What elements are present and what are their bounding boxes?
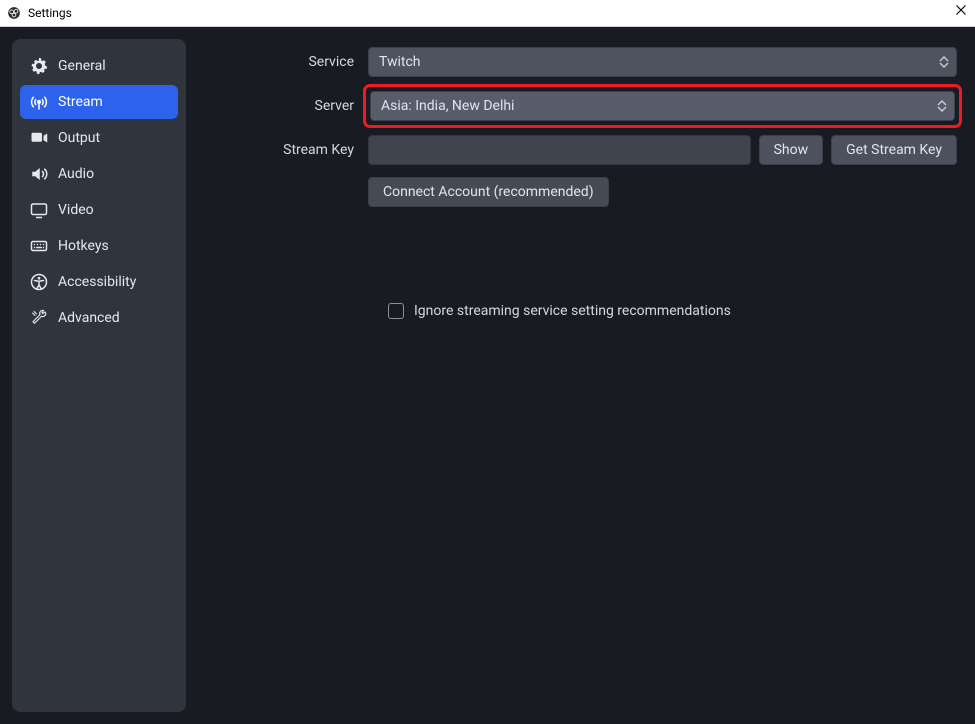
sidebar-item-hotkeys[interactable]: Hotkeys xyxy=(20,229,178,263)
ignore-recommendations-label: Ignore streaming service setting recomme… xyxy=(414,303,731,319)
sidebar-item-stream[interactable]: Stream xyxy=(20,85,178,119)
service-row: Service Twitch xyxy=(198,47,957,77)
sidebar-item-label: Advanced xyxy=(58,310,120,326)
get-stream-key-button[interactable]: Get Stream Key xyxy=(831,135,957,165)
app-body: General Stream Output Audio Video xyxy=(0,27,975,724)
sidebar-item-output[interactable]: Output xyxy=(20,121,178,155)
service-label: Service xyxy=(198,54,368,70)
updown-icon xyxy=(936,56,952,68)
window-title: Settings xyxy=(28,6,72,20)
ignore-recommendations-row: Ignore streaming service setting recomme… xyxy=(388,303,957,319)
ignore-recommendations-checkbox[interactable] xyxy=(388,303,404,319)
sidebar-item-accessibility[interactable]: Accessibility xyxy=(20,265,178,299)
accessibility-icon xyxy=(30,273,48,291)
stream-key-row: Stream Key Show Get Stream Key xyxy=(198,135,957,165)
server-select[interactable]: Asia: India, New Delhi xyxy=(370,91,955,121)
sidebar-item-general[interactable]: General xyxy=(20,49,178,83)
server-value: Asia: India, New Delhi xyxy=(381,98,514,114)
sidebar-item-video[interactable]: Video xyxy=(20,193,178,227)
server-row: Server Asia: India, New Delhi xyxy=(198,89,957,123)
stream-settings-panel: Service Twitch Server Asia: India, New D… xyxy=(198,39,963,712)
speaker-icon xyxy=(30,165,48,183)
sidebar-item-label: Stream xyxy=(58,94,103,110)
sidebar-item-label: Audio xyxy=(58,166,94,182)
show-button[interactable]: Show xyxy=(759,135,824,165)
service-select[interactable]: Twitch xyxy=(368,47,957,77)
sidebar-item-label: Accessibility xyxy=(58,274,136,290)
sidebar-item-label: Video xyxy=(58,202,94,218)
keyboard-icon xyxy=(30,237,48,255)
server-label: Server xyxy=(198,98,368,114)
sidebar-item-label: Hotkeys xyxy=(58,238,109,254)
app-icon xyxy=(6,5,22,21)
updown-icon xyxy=(934,100,950,112)
antenna-icon xyxy=(30,93,48,111)
service-value: Twitch xyxy=(379,54,421,70)
titlebar: Settings xyxy=(0,0,975,27)
tools-icon xyxy=(30,309,48,327)
monitor-icon xyxy=(30,201,48,219)
sidebar-item-label: General xyxy=(58,58,106,74)
connect-account-row: Connect Account (recommended) xyxy=(198,177,957,207)
settings-sidebar: General Stream Output Audio Video xyxy=(12,39,186,712)
output-icon xyxy=(30,129,48,147)
sidebar-item-label: Output xyxy=(58,130,100,146)
sidebar-item-audio[interactable]: Audio xyxy=(20,157,178,191)
connect-account-button[interactable]: Connect Account (recommended) xyxy=(368,177,609,207)
stream-key-input[interactable] xyxy=(368,135,751,165)
gear-icon xyxy=(30,57,48,75)
stream-key-label: Stream Key xyxy=(198,142,368,158)
sidebar-item-advanced[interactable]: Advanced xyxy=(20,301,178,335)
close-button[interactable] xyxy=(955,4,967,16)
